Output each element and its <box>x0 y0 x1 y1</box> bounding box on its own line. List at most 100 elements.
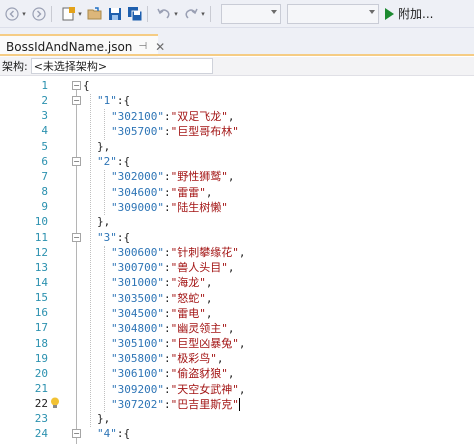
line-number: 14 <box>34 275 48 289</box>
json-key: "304500" <box>111 306 164 320</box>
line-number: 24 <box>34 427 48 441</box>
redo-icon[interactable] <box>183 6 199 22</box>
code-line: 23}, <box>0 411 474 426</box>
json-key: "305800" <box>111 352 164 366</box>
json-value: "怒蛇" <box>170 291 206 305</box>
code-line: 16 "304500":"雷电", <box>0 305 474 320</box>
json-key: "302000" <box>111 170 164 184</box>
pin-icon[interactable]: ⊣ <box>138 41 147 52</box>
line-number: 11 <box>34 230 48 244</box>
line-number: 21 <box>34 382 48 395</box>
json-key: "307202" <box>111 397 164 411</box>
json-key: "303500" <box>111 291 164 305</box>
code-line: 14 "301000":"海龙", <box>0 275 474 290</box>
json-colon: : <box>163 367 171 381</box>
code-line: 6 − "2":{ <box>0 154 474 169</box>
json-punctuation: , <box>205 276 213 290</box>
code-text: }, <box>97 215 110 228</box>
attach-button[interactable]: 附加... <box>385 4 433 24</box>
collapse-toggle-icon[interactable]: − <box>72 232 81 242</box>
code-line: 22 "307202":"巴吉里斯克" <box>0 396 474 412</box>
json-value: "双足飞龙" <box>170 109 228 123</box>
json-value: "幽灵领主" <box>170 321 228 335</box>
tab-accent-line <box>0 54 474 56</box>
toolbar-divider <box>210 5 211 22</box>
solution-configuration-select[interactable] <box>221 3 281 24</box>
line-number: 15 <box>34 291 48 305</box>
code-text: "305100":"巨型凶暴兔", <box>111 335 245 351</box>
collapse-toggle-icon[interactable]: − <box>72 429 81 439</box>
json-punctuation: , <box>238 337 246 351</box>
back-dropdown-icon[interactable]: ▾ <box>21 6 27 22</box>
code-text: "304500":"雷电", <box>111 305 212 321</box>
undo-icon[interactable] <box>156 6 172 22</box>
save-all-icon[interactable] <box>127 6 143 22</box>
undo-dropdown-icon[interactable]: ▾ <box>173 6 179 22</box>
chevron-down-icon <box>369 9 375 14</box>
new-item-icon[interactable] <box>60 6 76 22</box>
json-key: "2" <box>97 154 117 168</box>
json-punctuation: , <box>216 352 224 366</box>
open-folder-icon[interactable] <box>87 6 103 22</box>
json-key: "1" <box>97 94 117 108</box>
json-key: "4" <box>97 427 117 441</box>
line-number: 23 <box>34 412 48 426</box>
collapse-toggle-icon[interactable]: − <box>72 156 81 166</box>
indent-guide <box>104 109 105 140</box>
code-line: 11 − "3":{ <box>0 230 474 245</box>
line-number: 4 <box>41 124 48 138</box>
json-colon: : <box>163 276 171 290</box>
json-key: "306100" <box>111 367 164 381</box>
code-text: "304800":"幽灵领主", <box>111 320 234 336</box>
json-value: "巨型哥布林" <box>170 124 239 138</box>
line-number: 20 <box>34 366 48 380</box>
json-value: "雷电" <box>170 306 206 320</box>
code-text: "1":{ <box>97 94 130 107</box>
close-icon[interactable]: ✕ <box>155 40 165 54</box>
redo-dropdown-icon[interactable]: ▾ <box>200 6 206 22</box>
code-text: "4":{ <box>97 427 130 440</box>
json-value: "极彩鸟" <box>170 352 217 366</box>
json-value: "巨型凶暴兔" <box>170 337 239 351</box>
forward-icon[interactable] <box>31 6 47 22</box>
json-colon: : <box>163 200 171 214</box>
lightbulb-icon[interactable] <box>50 397 60 409</box>
json-key: "300700" <box>111 261 164 275</box>
line-number: 10 <box>34 215 48 229</box>
line-number: 19 <box>34 351 48 365</box>
code-line: 17 "304800":"幽灵领主", <box>0 320 474 335</box>
code-text: "309200":"天空女武神", <box>111 381 245 397</box>
json-punctuation: , <box>227 109 235 123</box>
code-line: 19 "305800":"极彩鸟", <box>0 351 474 366</box>
json-colon: : <box>163 185 171 199</box>
line-number: 6 <box>41 154 48 168</box>
new-item-dropdown-icon[interactable]: ▾ <box>77 6 83 22</box>
code-editor[interactable]: 1−{2− "1":{3 "302100":"双足飞龙", 4 "305700":"巨型… <box>0 76 474 444</box>
json-punctuation: :{ <box>116 154 131 168</box>
json-punctuation: , <box>205 306 213 320</box>
indent-guide <box>90 94 91 428</box>
json-key: "300600" <box>111 246 164 260</box>
save-icon[interactable] <box>107 6 123 22</box>
json-value: "雷雷" <box>170 185 206 199</box>
line-number: 16 <box>34 306 48 320</box>
json-punctuation: , <box>238 246 246 260</box>
collapse-toggle-icon[interactable]: − <box>72 81 81 90</box>
json-key: "305100" <box>111 337 164 351</box>
schema-select[interactable]: <未选择架构> <box>30 58 213 74</box>
code-text: "302000":"野性狮鹫", <box>111 168 234 184</box>
line-number: 17 <box>34 321 48 335</box>
solution-platform-select[interactable] <box>287 3 379 24</box>
json-colon: : <box>163 337 171 351</box>
back-icon[interactable] <box>4 6 20 22</box>
json-punctuation: , <box>227 321 235 335</box>
line-number: 5 <box>41 139 48 153</box>
code-line: 4 "305700":"巨型哥布林" <box>0 123 474 138</box>
json-colon: : <box>163 291 171 305</box>
code-line: 2 − "1":{ <box>0 93 474 108</box>
toolbar-divider <box>51 5 52 22</box>
code-line: 1 −{ <box>0 78 474 93</box>
code-text: "307202":"巴吉里斯克" <box>111 396 240 412</box>
collapse-toggle-icon[interactable]: − <box>72 96 81 106</box>
json-value: "陆生树懒" <box>170 200 228 214</box>
